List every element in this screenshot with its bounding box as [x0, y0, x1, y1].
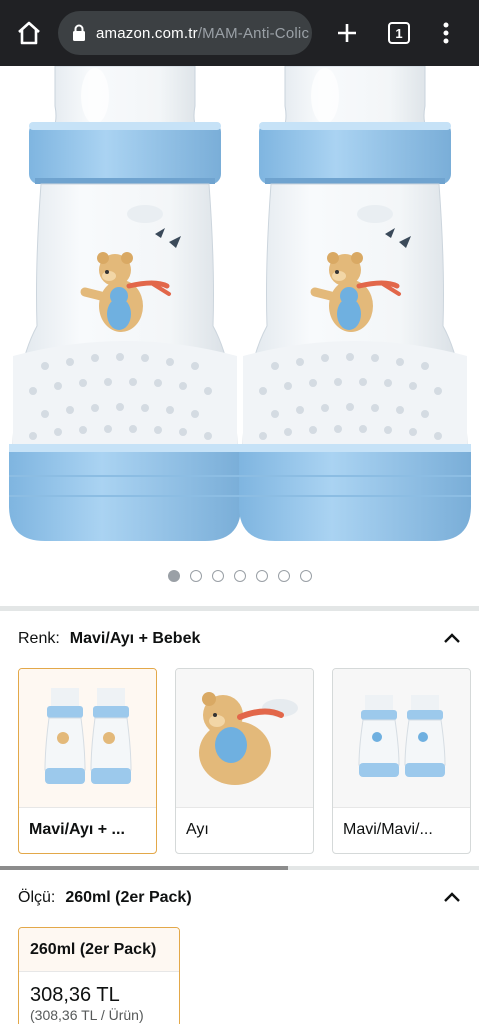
section-divider [0, 606, 479, 611]
chevron-up-icon[interactable] [442, 629, 462, 649]
home-icon[interactable] [12, 16, 46, 50]
gallery-dot[interactable] [255, 570, 268, 582]
gallery-dot[interactable] [299, 570, 312, 582]
swatch-label: Mavi/Mavi/... [343, 821, 433, 838]
overflow-menu-icon[interactable] [432, 16, 460, 50]
chevron-up-icon[interactable] [442, 888, 462, 908]
color-swatch-list: Mavi/Ayı + ... Ayı Mavi/Mavi/... [18, 668, 479, 854]
url-path: /MAM-Anti-Colic [197, 24, 310, 42]
size-label: Ölçü: [18, 889, 56, 906]
size-option-unit-price: (308,36 TL / Ürün) [30, 1007, 144, 1023]
gallery-dot[interactable] [233, 570, 246, 582]
size-selector-header[interactable]: Ölçü: 260ml (2er Pack) [18, 886, 462, 910]
color-label: Renk: [18, 630, 60, 647]
product-image-gallery[interactable] [0, 66, 479, 604]
color-swatch-mavi-ayi-bebek[interactable]: Mavi/Ayı + ... [18, 668, 157, 854]
baby-bottles-image [0, 66, 479, 604]
size-option-label: 260ml (2er Pack) [19, 928, 179, 972]
tab-switcher-button[interactable]: 1 [388, 22, 410, 44]
color-selector-header[interactable]: Renk: Mavi/Ayı + Bebek [18, 627, 462, 651]
color-value: Mavi/Ayı + Bebek [69, 630, 201, 647]
lock-icon [73, 24, 85, 41]
gallery-dot[interactable] [211, 570, 224, 582]
plus-icon [338, 24, 356, 42]
gallery-dot[interactable] [277, 570, 290, 582]
swatch-divider [19, 807, 156, 808]
swatch-label: Ayı [186, 821, 209, 838]
swatch-scrollbar-thumb[interactable] [0, 866, 288, 870]
color-swatch-mavi-mavi[interactable]: Mavi/Mavi/... [332, 668, 471, 854]
url-domain: amazon.com.tr [96, 24, 198, 42]
swatch-label: Mavi/Ayı + ... [29, 821, 125, 838]
gallery-dot[interactable] [189, 570, 202, 582]
new-tab-button[interactable] [330, 16, 364, 50]
url-text: amazon.com.tr/MAM-Anti-Colic [96, 25, 309, 42]
swatch-divider [333, 807, 470, 808]
gallery-dot[interactable] [167, 570, 180, 582]
size-option-260ml[interactable]: 260ml (2er Pack) 308,36 TL (308,36 TL / … [18, 927, 180, 1024]
browser-toolbar: amazon.com.tr/MAM-Anti-Colic 1 [0, 0, 479, 66]
size-option-price: 308,36 TL [30, 984, 120, 1006]
swatch-thumbnail [19, 669, 156, 807]
gallery-pagination[interactable] [0, 570, 479, 584]
address-bar[interactable]: amazon.com.tr/MAM-Anti-Colic [58, 11, 312, 55]
size-value: 260ml (2er Pack) [65, 889, 192, 906]
swatch-thumbnail [333, 669, 470, 807]
color-swatch-ayi[interactable]: Ayı [175, 668, 314, 854]
swatch-divider [176, 807, 313, 808]
swatch-thumbnail [176, 669, 313, 807]
